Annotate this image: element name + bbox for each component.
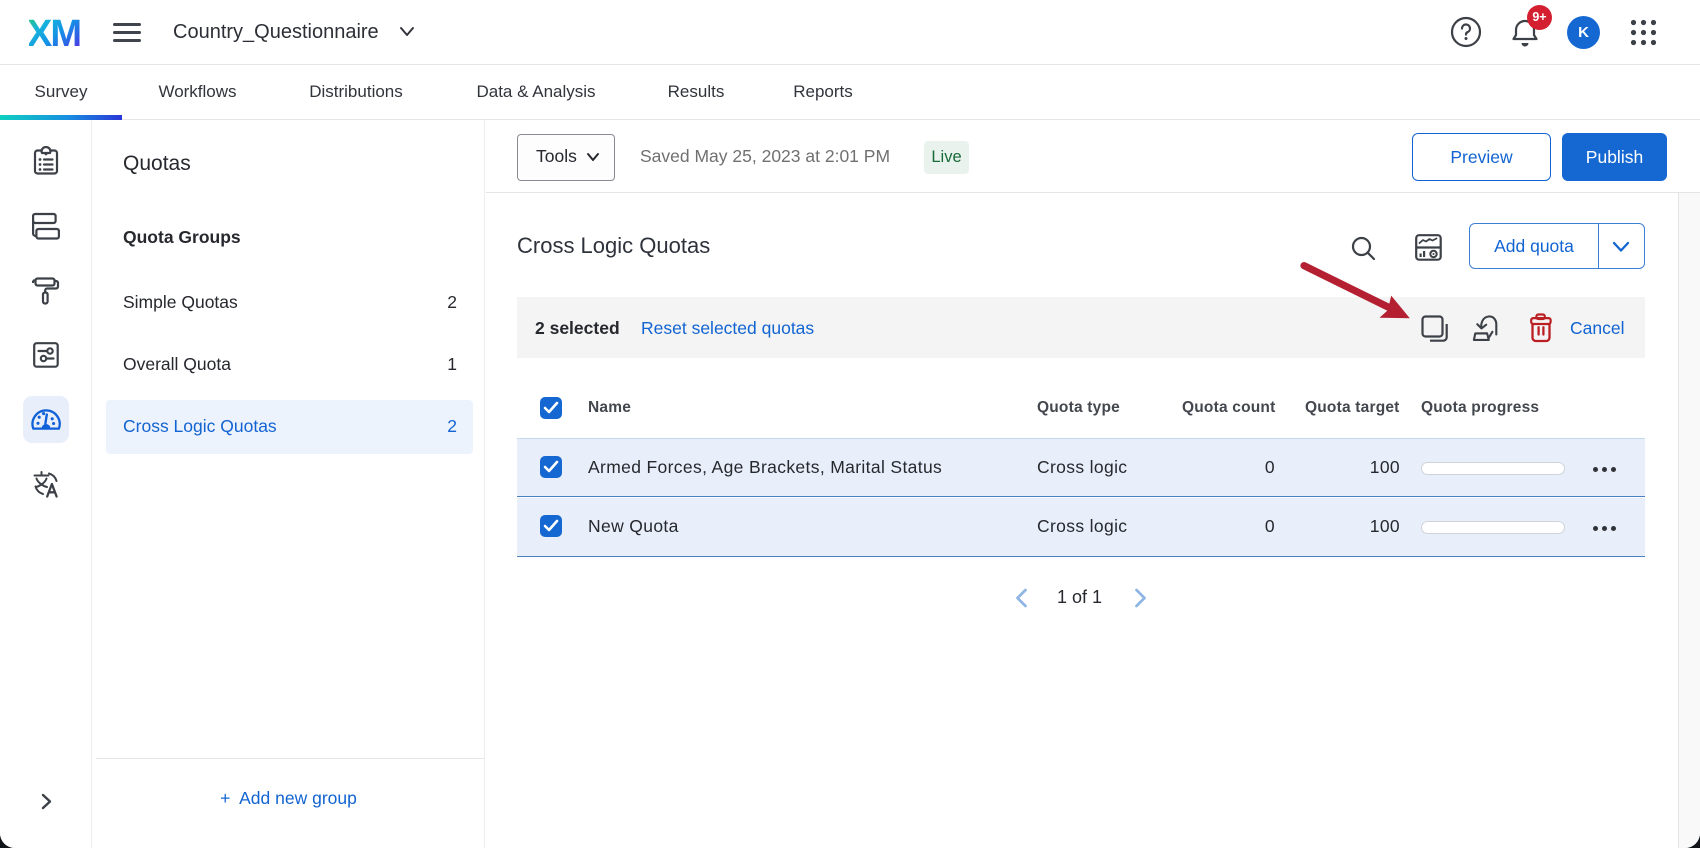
svg-text:XM: XM xyxy=(29,18,80,48)
